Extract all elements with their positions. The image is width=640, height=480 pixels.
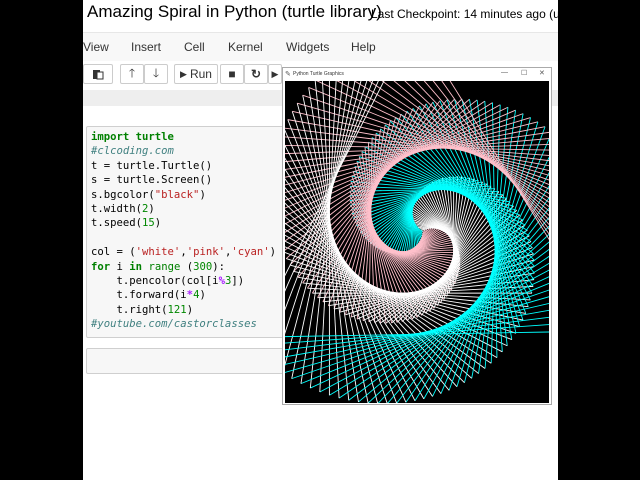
- turtle-window-titlebar[interactable]: ✎ Python Turtle Graphics — ☐ ✕: [283, 68, 551, 80]
- menu-view[interactable]: View: [83, 40, 109, 54]
- restart-button[interactable]: ↻: [244, 64, 268, 84]
- code-cell[interactable]: import turtle #clcoding.com t = turtle.T…: [86, 126, 288, 338]
- turtle-app-icon: ✎: [285, 71, 291, 78]
- code-line: t.speed(15): [91, 217, 162, 230]
- arrow-up-icon: 🡑: [128, 65, 136, 80]
- code-line: s = turtle.Screen(): [91, 174, 213, 187]
- paste-icon: [93, 70, 104, 80]
- code-line: t.pencolor(col[i%3]): [91, 275, 245, 288]
- notebook-title[interactable]: Amazing Spiral in Python (turtle library…: [87, 2, 382, 22]
- move-up-button[interactable]: 🡑: [120, 64, 144, 84]
- turtle-graphics-window[interactable]: ✎ Python Turtle Graphics — ☐ ✕: [282, 67, 552, 405]
- run-button[interactable]: ▶ Run: [174, 64, 218, 84]
- code-line: #clcoding.com: [91, 145, 174, 158]
- menu-widgets[interactable]: Widgets: [286, 40, 329, 54]
- menu-insert[interactable]: Insert: [131, 40, 161, 54]
- code-editor[interactable]: import turtle #clcoding.com t = turtle.T…: [91, 130, 276, 332]
- code-line: col = ('white','pink','cyan'): [91, 246, 277, 259]
- step-forward-icon: ▶: [180, 68, 187, 79]
- interrupt-button[interactable]: ■: [220, 64, 244, 84]
- move-down-button[interactable]: 🡓: [144, 64, 168, 84]
- code-line: t.forward(i*4): [91, 289, 206, 302]
- menu-bar: View Insert Cell Kernel Widgets Help: [83, 32, 558, 62]
- spiral-segment: [368, 229, 528, 323]
- code-line: s.bgcolor("black"): [91, 188, 206, 201]
- code-line: #youtube.com/castorclasses: [91, 318, 257, 331]
- spiral-drawing: [285, 81, 549, 403]
- maximize-icon[interactable]: ☐: [521, 69, 527, 77]
- notebook-header: Amazing Spiral in Python (turtle library…: [83, 0, 558, 30]
- turtle-window-title: Python Turtle Graphics: [293, 71, 344, 77]
- paste-button[interactable]: [83, 64, 113, 84]
- menu-cell[interactable]: Cell: [184, 40, 205, 54]
- code-line: t.width(2): [91, 203, 155, 216]
- stop-icon: ■: [228, 67, 236, 81]
- minimize-icon[interactable]: —: [501, 69, 508, 76]
- code-line: t.right(121): [91, 303, 194, 316]
- checkpoint-text: Last Checkpoint: 14 minutes ago: [371, 7, 546, 21]
- save-status: (un: [549, 7, 558, 21]
- code-line: for i in range (300):: [91, 260, 225, 273]
- fast-forward-button[interactable]: ▶: [268, 64, 282, 84]
- menu-help[interactable]: Help: [351, 40, 376, 54]
- code-line: t = turtle.Turtle(): [91, 159, 213, 172]
- close-icon[interactable]: ✕: [539, 69, 545, 77]
- fast-forward-icon: ▶: [271, 68, 279, 79]
- run-label: Run: [189, 67, 212, 81]
- arrow-down-icon: 🡓: [152, 65, 160, 80]
- menu-kernel[interactable]: Kernel: [228, 40, 263, 54]
- turtle-canvas: [285, 81, 549, 403]
- code-line: import turtle: [91, 131, 174, 143]
- empty-code-cell[interactable]: [86, 348, 288, 374]
- checkpoint-status: Last Checkpoint: 14 minutes ago (un: [371, 7, 558, 21]
- restart-icon: ↻: [250, 67, 262, 81]
- spiral-segment: [285, 81, 374, 311]
